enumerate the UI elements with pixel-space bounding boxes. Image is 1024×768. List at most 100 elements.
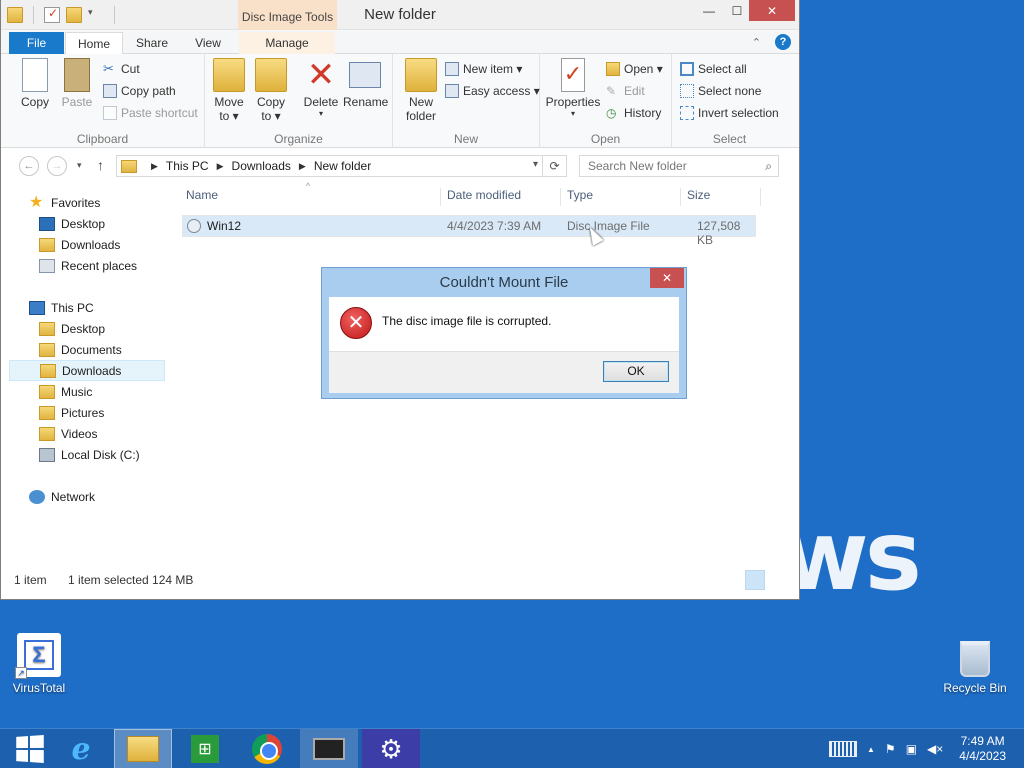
ok-button[interactable]: OK: [603, 361, 669, 382]
paste-button[interactable]: Paste: [55, 58, 99, 109]
ribbon-group-new: New folder New item ▾ Easy access ▾ New: [393, 54, 540, 148]
desktop-icon-recycle-bin[interactable]: Recycle Bin: [940, 633, 1010, 695]
open-button[interactable]: Open ▾: [606, 60, 663, 78]
edit-button[interactable]: ✎ Edit: [606, 82, 645, 100]
network-status-icon[interactable]: ▣: [906, 742, 917, 756]
new-folder-button[interactable]: New folder: [399, 58, 443, 123]
refresh-button[interactable]: ⟳: [543, 155, 567, 177]
nav-favorites[interactable]: ★ Favorites: [9, 192, 165, 213]
file-row[interactable]: Win12 4/4/2023 7:39 AM Disc Image File 1…: [182, 215, 756, 247]
recent-locations-button[interactable]: ▾: [77, 160, 82, 171]
breadcrumb-this-pc[interactable]: This PC: [166, 159, 209, 173]
history-button[interactable]: ◷ History: [606, 104, 661, 122]
close-button[interactable]: ✕: [749, 0, 795, 21]
breadcrumb-downloads[interactable]: Downloads: [232, 159, 291, 173]
nav-pc-downloads[interactable]: Downloads: [9, 360, 165, 381]
copy-button[interactable]: Copy: [13, 58, 57, 109]
tab-manage[interactable]: Manage: [239, 32, 335, 54]
taskbar-store[interactable]: ⊞: [176, 729, 234, 768]
tab-home[interactable]: Home: [65, 32, 123, 55]
desktop-icon-virustotal[interactable]: Σ ↗ VirusTotal: [4, 633, 74, 695]
select-none-button[interactable]: Select none: [680, 82, 761, 100]
nav-fav-desktop[interactable]: Desktop: [9, 213, 165, 234]
copy-to-button[interactable]: Copy to ▾: [249, 58, 293, 123]
ribbon-group-open: ✓ Properties ▾ Open ▾ ✎ Edit ◷ History Op…: [540, 54, 672, 148]
taskbar-file-explorer[interactable]: [114, 729, 172, 768]
ribbon: Copy Paste ✂ Cut Copy path Paste shortcu…: [1, 54, 799, 148]
clock[interactable]: 7:49 AM 4/4/2023: [959, 734, 1006, 764]
forward-button[interactable]: →: [47, 156, 67, 176]
move-to-button[interactable]: Move to ▾: [207, 58, 251, 123]
nav-this-pc[interactable]: This PC: [9, 297, 165, 318]
disc-image-icon: [187, 219, 201, 233]
action-center-flag-icon[interactable]: ⚑: [885, 742, 896, 756]
nav-fav-downloads[interactable]: Downloads: [9, 234, 165, 255]
column-header-date[interactable]: Date modified: [447, 188, 521, 206]
back-button[interactable]: ←: [19, 156, 39, 176]
music-folder-icon: [39, 384, 55, 399]
column-header-size[interactable]: Size: [687, 188, 710, 206]
gear-icon: ⚙: [379, 733, 403, 764]
dialog-message: The disc image file is corrupted.: [382, 314, 552, 328]
ribbon-group-organize: Move to ▾ Copy to ▾ ✕ Delete ▾ Rename Organ…: [205, 54, 393, 148]
maximize-button[interactable]: ☐: [723, 0, 751, 22]
nav-pc-pictures[interactable]: Pictures: [9, 402, 165, 423]
minimize-button[interactable]: —: [695, 0, 723, 22]
easy-access-button[interactable]: Easy access ▾: [445, 82, 540, 100]
tab-share[interactable]: Share: [125, 32, 179, 54]
network-icon: [29, 489, 45, 504]
copy-path-button[interactable]: Copy path: [103, 82, 176, 100]
nav-fav-recent[interactable]: Recent places: [9, 255, 165, 276]
dialog-close-button[interactable]: ✕: [650, 268, 684, 288]
nav-pc-local-disk[interactable]: Local Disk (C:): [9, 444, 165, 465]
paste-shortcut-button[interactable]: Paste shortcut: [103, 104, 198, 122]
address-bar[interactable]: ▶ This PC ▶ Downloads ▶ New folder ▾: [116, 155, 543, 177]
folder-icon: [39, 321, 55, 336]
select-all-icon: [680, 62, 694, 76]
volume-muted-icon[interactable]: ◀×: [927, 742, 943, 756]
file-size: 127,508 KB: [697, 219, 741, 247]
taskbar: e ⊞ ⚙ ▲ ⚑ ▣ ◀× 7:49 AM 4/4/2023: [0, 728, 1024, 768]
nav-pc-desktop[interactable]: Desktop: [9, 318, 165, 339]
nav-pc-music[interactable]: Music: [9, 381, 165, 402]
copy-icon: [22, 58, 48, 92]
touch-keyboard-icon[interactable]: [829, 741, 857, 757]
taskbar-screen-app[interactable]: [300, 729, 358, 768]
copy-to-icon: [255, 58, 287, 92]
delete-button[interactable]: ✕ Delete ▾: [299, 58, 343, 118]
invert-selection-button[interactable]: Invert selection: [680, 104, 779, 122]
column-header-type[interactable]: Type: [567, 188, 593, 206]
details-view-button[interactable]: [745, 570, 765, 590]
system-tray: ▲ ⚑ ▣ ◀× 7:49 AM 4/4/2023: [829, 729, 1024, 768]
ribbon-collapse-icon[interactable]: ⌃: [752, 36, 761, 49]
error-dialog: Couldn't Mount File ✕ ✕ The disc image f…: [321, 267, 687, 399]
help-icon[interactable]: ?: [775, 34, 791, 50]
taskbar-chrome[interactable]: [238, 729, 296, 768]
ribbon-tabs: File Home Share View Manage ⌃ ?: [1, 30, 799, 55]
tab-view[interactable]: View: [181, 32, 235, 54]
select-all-button[interactable]: Select all: [680, 60, 747, 78]
windows-logo-icon: [16, 734, 44, 764]
taskbar-internet-explorer[interactable]: e: [52, 729, 110, 768]
tab-file[interactable]: File: [9, 32, 64, 54]
ribbon-group-select: Select all Select none Invert selection …: [672, 54, 787, 148]
cut-button[interactable]: ✂ Cut: [103, 60, 140, 78]
search-input[interactable]: Search New folder ⌕: [579, 155, 779, 177]
new-item-button[interactable]: New item ▾: [445, 60, 522, 78]
disk-icon: [39, 447, 55, 462]
rename-button[interactable]: Rename: [343, 58, 388, 109]
breadcrumb-new-folder[interactable]: New folder: [314, 159, 371, 173]
start-button[interactable]: [0, 729, 58, 768]
virustotal-icon: Σ ↗: [15, 633, 61, 679]
nav-network[interactable]: Network: [9, 486, 165, 507]
show-hidden-icons-icon[interactable]: ▲: [867, 745, 875, 754]
up-button[interactable]: ↑: [97, 157, 104, 173]
properties-button[interactable]: ✓ Properties ▾: [544, 58, 602, 118]
address-dropdown-icon[interactable]: ▾: [533, 159, 538, 170]
column-header-name[interactable]: Name: [186, 188, 218, 206]
large-icons-view-button[interactable]: [769, 570, 789, 590]
nav-pc-documents[interactable]: Documents: [9, 339, 165, 360]
nav-pc-videos[interactable]: Videos: [9, 423, 165, 444]
downloads-folder-icon: [39, 237, 55, 252]
taskbar-settings[interactable]: ⚙: [362, 729, 420, 768]
